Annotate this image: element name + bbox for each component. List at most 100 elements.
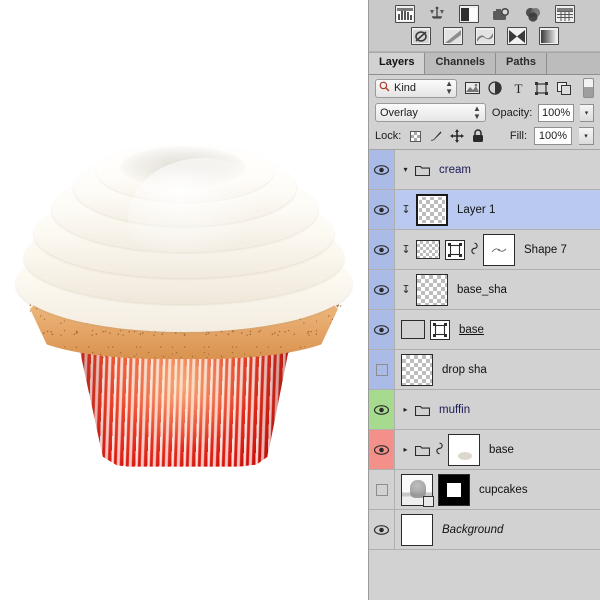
opacity-dropdown-arrow[interactable]: ▾ — [580, 104, 594, 122]
filter-kind-label: Kind — [394, 82, 441, 94]
cupcake-artwork — [8, 138, 360, 468]
group-mask-thumbnail-base-group[interactable] — [448, 434, 480, 466]
opacity-input[interactable]: 100% — [538, 104, 574, 122]
shape-layer-filter-icon[interactable] — [533, 80, 549, 96]
black-white-icon[interactable] — [443, 27, 463, 45]
gradient-map-icon[interactable] — [539, 27, 559, 45]
photo-filter-icon[interactable] — [475, 27, 495, 45]
disclosure-triangle-muffin[interactable]: ▸ — [401, 405, 410, 414]
visibility-toggle-shape-7[interactable] — [369, 230, 395, 269]
pixel-layer-filter-icon[interactable] — [464, 80, 480, 96]
layer-row-base-group[interactable]: ▸ base — [369, 430, 600, 470]
layer-name-base-sha[interactable]: base_sha — [457, 284, 507, 296]
layer-row-base-sha[interactable]: ↧ base_sha — [369, 270, 600, 310]
blend-mode-stepper[interactable]: ▲▼ — [473, 105, 481, 121]
lock-position-icon[interactable] — [450, 129, 464, 143]
layer-name-base-group[interactable]: base — [489, 444, 514, 456]
lock-image-pixels-icon[interactable] — [429, 129, 443, 143]
visibility-toggle-base-group[interactable] — [369, 430, 395, 469]
layer-thumbnail-background[interactable] — [401, 514, 433, 546]
filter-kind-stepper[interactable]: ▲▼ — [445, 80, 453, 96]
blend-mode-row: Overlay ▲▼ Opacity: 100% ▾ — [369, 101, 600, 125]
visibility-toggle-background[interactable] — [369, 510, 395, 549]
adjustment-layer-filter-icon[interactable] — [487, 80, 503, 96]
fill-label: Fill: — [510, 130, 527, 142]
link-icon[interactable] — [470, 242, 478, 258]
layer-name-cupcakes[interactable]: cupcakes — [479, 484, 528, 496]
type-layer-filter-icon[interactable]: T — [510, 80, 526, 96]
disclosure-triangle-cream[interactable]: ▾ — [401, 165, 410, 174]
link-icon[interactable] — [435, 442, 443, 458]
eye-off-icon — [376, 364, 388, 376]
tab-paths[interactable]: Paths — [496, 53, 547, 74]
levels-icon[interactable] — [427, 5, 447, 23]
visibility-toggle-cream[interactable] — [369, 150, 395, 189]
layer-row-layer-1[interactable]: ↧ Layer 1 — [369, 190, 600, 230]
layer-mask-thumbnail-cupcakes[interactable] — [438, 474, 470, 506]
eye-off-icon — [376, 484, 388, 496]
visibility-toggle-muffin[interactable] — [369, 390, 395, 429]
layer-thumbnail-shape-7[interactable] — [416, 240, 440, 259]
layer-row-drop-sha[interactable]: drop sha — [369, 350, 600, 390]
eye-icon — [374, 285, 389, 295]
blend-mode-select[interactable]: Overlay ▲▼ — [375, 103, 486, 122]
shape-mask-thumbnail-shape-7[interactable] — [483, 234, 515, 266]
eye-icon — [374, 165, 389, 175]
brightness-contrast-icon[interactable] — [395, 5, 415, 23]
tab-channels[interactable]: Channels — [425, 53, 496, 74]
layer-row-cupcakes[interactable]: cupcakes — [369, 470, 600, 510]
layer-name-background[interactable]: Background — [442, 524, 503, 536]
vector-mask-thumbnail-shape-7[interactable] — [445, 240, 465, 260]
layer-thumbnail-drop-sha[interactable] — [401, 354, 433, 386]
visibility-toggle-base-shape[interactable] — [369, 310, 395, 349]
hue-saturation-icon[interactable] — [555, 5, 575, 23]
layer-name-drop-sha[interactable]: drop sha — [442, 364, 487, 376]
layer-name-muffin[interactable]: muffin — [439, 404, 470, 416]
tab-bar-filler — [547, 53, 600, 74]
clipping-mask-arrow: ↧ — [401, 283, 411, 296]
fill-dropdown-arrow[interactable]: ▾ — [579, 127, 594, 145]
layer-thumbnail-cupcakes[interactable] — [401, 474, 433, 506]
search-icon — [379, 81, 390, 95]
layer-thumbnail-base-shape[interactable] — [401, 320, 425, 339]
visibility-toggle-cupcakes[interactable] — [369, 470, 395, 509]
layer-name-cream[interactable]: cream — [439, 164, 471, 176]
eye-icon — [374, 205, 389, 215]
fill-input[interactable]: 100% — [534, 127, 572, 145]
color-balance-icon[interactable] — [411, 27, 431, 45]
layer-row-base-shape[interactable]: base — [369, 310, 600, 350]
clipping-mask-arrow: ↧ — [401, 203, 411, 216]
layer-name-base-shape[interactable]: base — [459, 324, 484, 336]
lock-row: Lock: Fill: 100% ▾ — [369, 125, 600, 149]
filter-enable-toggle[interactable] — [583, 78, 594, 98]
layers-list[interactable]: ▾ cream ↧ Layer 1 — [369, 149, 600, 550]
visibility-toggle-base-sha[interactable] — [369, 270, 395, 309]
layer-row-muffin[interactable]: ▸ muffin — [369, 390, 600, 430]
smart-object-filter-icon[interactable] — [556, 80, 572, 96]
eye-icon — [374, 405, 389, 415]
exposure-icon[interactable] — [491, 5, 511, 23]
filter-kind-select[interactable]: Kind ▲▼ — [375, 79, 457, 98]
layer-row-background[interactable]: Background — [369, 510, 600, 550]
layer-name-shape-7[interactable]: Shape 7 — [524, 244, 567, 256]
layer-thumbnail-layer-1[interactable] — [416, 194, 448, 226]
eye-icon — [374, 245, 389, 255]
folder-icon — [415, 404, 430, 416]
lock-all-icon[interactable] — [471, 129, 485, 143]
tab-layers[interactable]: Layers — [369, 53, 425, 74]
curves-icon[interactable] — [459, 5, 479, 23]
layer-thumbnail-base-sha[interactable] — [416, 274, 448, 306]
visibility-toggle-drop-sha[interactable] — [369, 350, 395, 389]
visibility-toggle-layer-1[interactable] — [369, 190, 395, 229]
vibrance-icon[interactable] — [523, 5, 543, 23]
layer-name-layer-1[interactable]: Layer 1 — [457, 204, 495, 216]
channel-mixer-icon[interactable] — [507, 27, 527, 45]
adjustments-panel — [369, 0, 600, 52]
lock-transparent-pixels-icon[interactable] — [408, 129, 422, 143]
document-canvas[interactable] — [0, 0, 368, 600]
disclosure-triangle-base-group[interactable]: ▸ — [401, 445, 410, 454]
vector-mask-thumbnail-base-shape[interactable] — [430, 320, 450, 340]
layer-row-shape-7[interactable]: ↧ Shape 7 — [369, 230, 600, 270]
blend-mode-value: Overlay — [380, 107, 473, 119]
layer-row-cream[interactable]: ▾ cream — [369, 150, 600, 190]
